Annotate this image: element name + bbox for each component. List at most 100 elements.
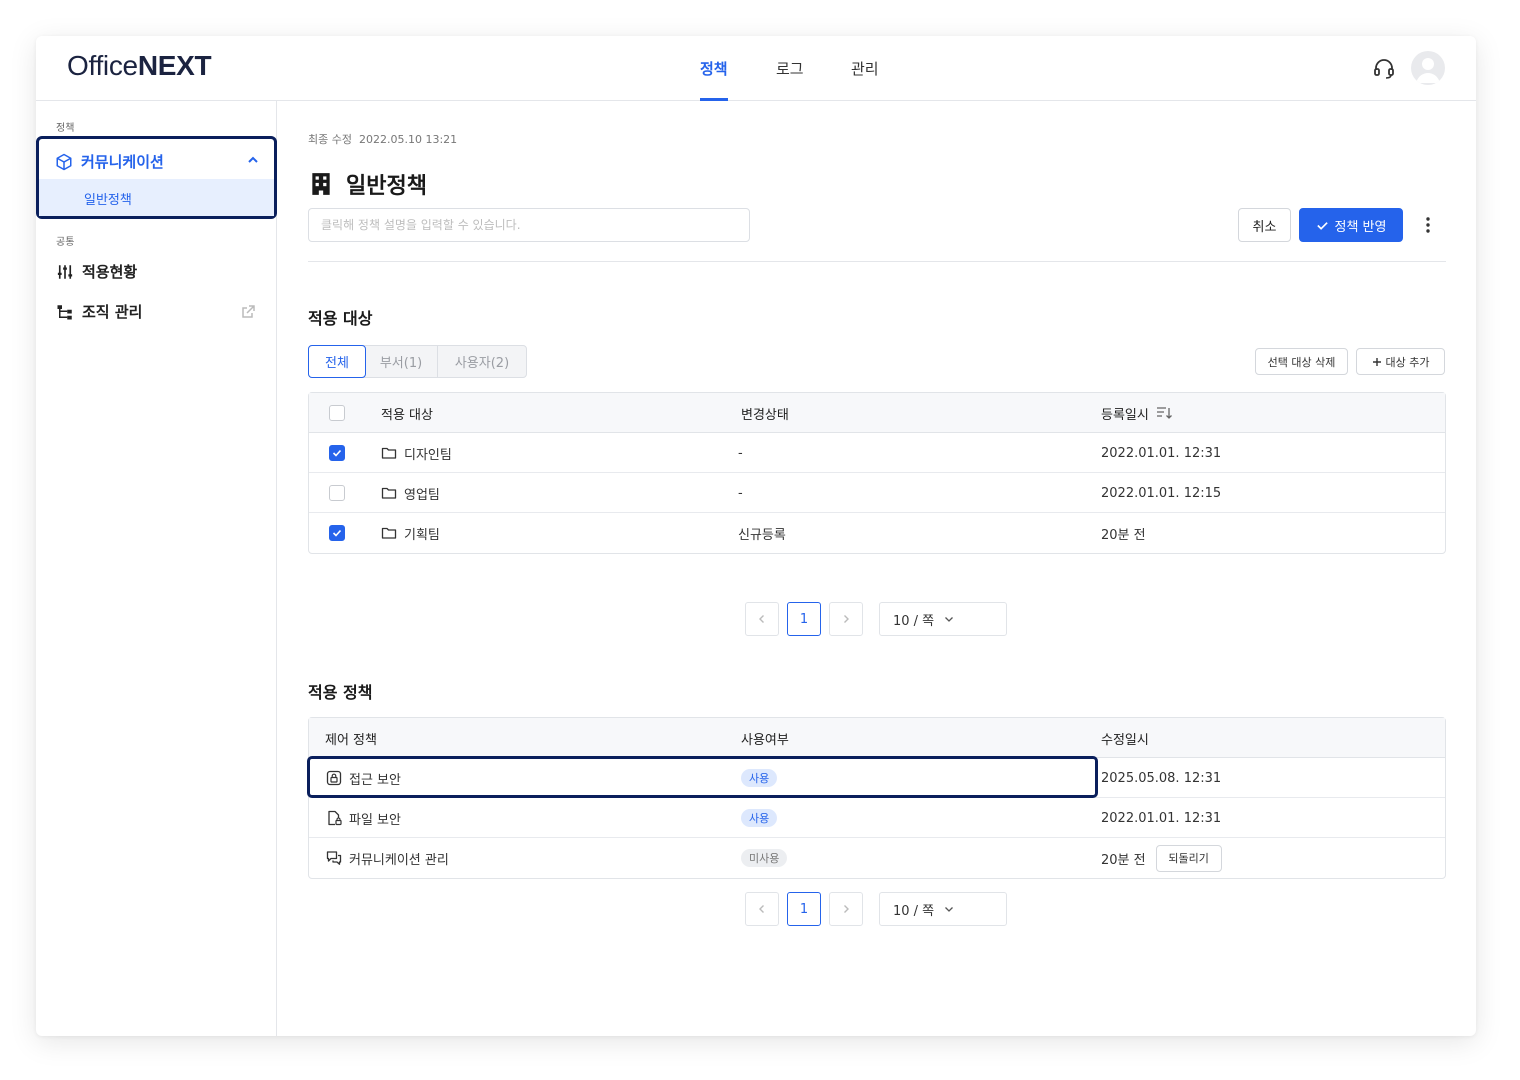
sidebar-group-communication: 커뮤니케이션 일반정책 — [36, 136, 277, 219]
policies-pagination: 1 10 / 쪽 — [745, 892, 1007, 926]
policies-section-title: 적용 정책 — [308, 683, 373, 702]
more-vertical-icon[interactable] — [1418, 215, 1438, 235]
building-icon — [312, 173, 330, 195]
select-all-checkbox[interactable] — [329, 405, 345, 421]
segment-dept[interactable]: 부서(1) — [365, 346, 438, 377]
registered-date: 2022.01.01. 12:15 — [1101, 485, 1222, 501]
chevron-left-icon — [759, 905, 764, 913]
sidebar-item-label: 일반정책 — [84, 193, 132, 208]
cancel-button[interactable]: 취소 — [1238, 208, 1291, 242]
last-modified-value: 2022.05.10 13:21 — [358, 133, 458, 146]
last-modified: 최종 수정 2022.05.10 13:21 — [308, 131, 457, 147]
row-highlight — [307, 756, 1098, 798]
page-title-row: 일반정책 — [308, 168, 427, 200]
page-size-select[interactable]: 10 / 쪽 — [879, 892, 1007, 926]
sidebar-item-org[interactable]: 조직 관리 — [56, 301, 256, 322]
modified-date: 2022.01.01. 12:31 — [1101, 810, 1222, 826]
target-name: 디자인팀 — [404, 447, 452, 463]
add-target-button[interactable]: 대상 추가 — [1356, 348, 1445, 375]
target-filter-segment: 전체 부서(1) 사용자(2) — [308, 345, 527, 378]
delete-selected-button[interactable]: 선택 대상 삭제 — [1255, 348, 1348, 375]
apply-policy-button[interactable]: 정책 반영 — [1299, 208, 1403, 242]
chevron-left-icon — [759, 615, 764, 623]
table-header: 적용 대상 변경상태 등록일시 — [309, 393, 1445, 433]
column-header: 수정일시 — [1101, 732, 1149, 748]
sidebar-group-header[interactable]: 커뮤니케이션 — [55, 151, 164, 172]
user-avatar-icon[interactable] — [1411, 51, 1445, 85]
policy-name: 접근 보안 — [349, 772, 401, 788]
policy-name: 파일 보안 — [349, 812, 401, 828]
target-name: 영업팀 — [404, 487, 440, 503]
targets-table: 적용 대상 변경상태 등록일시 디자인팀 - 2022.01.01. 12:31… — [308, 392, 1446, 554]
table-row[interactable]: 파일 보안 사용 2022.01.01. 12:31 — [309, 798, 1445, 838]
top-header: OfficeNEXT 정책 로그 관리 — [36, 36, 1476, 101]
sidebar: 정책 커뮤니케이션 일반정책 공통 적용현황 조직 관리 — [36, 101, 277, 1036]
sidebar-section-policy: 정책 — [56, 123, 75, 134]
lock-icon — [326, 770, 342, 786]
row-checkbox[interactable] — [329, 525, 345, 541]
sidebar-item-label: 적용현황 — [82, 263, 138, 281]
global-nav: 정책 로그 관리 — [36, 36, 1476, 101]
change-status: 신규등록 — [738, 527, 786, 543]
description-input[interactable] — [308, 208, 750, 242]
folder-icon — [381, 447, 397, 459]
sort-icon[interactable] — [1156, 406, 1172, 420]
next-page-button[interactable] — [829, 892, 863, 926]
check-icon — [1316, 221, 1328, 230]
row-checkbox[interactable] — [329, 485, 345, 501]
registered-date: 2022.01.01. 12:31 — [1101, 445, 1222, 461]
table-row[interactable]: 커뮤니케이션 관리 미사용 20분 전 되돌리기 — [309, 838, 1445, 878]
page-size-select[interactable]: 10 / 쪽 — [879, 602, 1007, 636]
page-button[interactable]: 1 — [787, 602, 821, 636]
page-button[interactable]: 1 — [787, 892, 821, 926]
revert-button[interactable]: 되돌리기 — [1155, 844, 1222, 872]
chevron-down-icon — [945, 907, 954, 912]
table-row[interactable]: 디자인팀 - 2022.01.01. 12:31 — [309, 433, 1445, 473]
page-size-value: 10 / 쪽 — [893, 613, 935, 629]
org-chart-icon — [57, 304, 72, 319]
external-link-icon[interactable] — [240, 304, 256, 320]
sidebar-item-status[interactable]: 적용현황 — [56, 261, 137, 282]
page-title: 일반정책 — [346, 174, 427, 199]
policy-name: 커뮤니케이션 관리 — [349, 852, 449, 868]
table-header: 제어 정책 사용여부 수정일시 — [309, 718, 1445, 758]
file-lock-icon — [328, 810, 342, 826]
segment-all[interactable]: 전체 — [308, 345, 366, 378]
target-name: 기획팀 — [404, 527, 440, 543]
chevron-down-icon — [945, 617, 954, 622]
usage-badge: 미사용 — [741, 849, 788, 867]
modified-date: 2025.05.08. 12:31 — [1101, 770, 1222, 786]
sidebar-group-label: 커뮤니케이션 — [81, 153, 164, 171]
prev-page-button[interactable] — [745, 602, 779, 636]
row-checkbox[interactable] — [329, 445, 345, 461]
targets-section-title: 적용 대상 — [308, 309, 373, 328]
chevron-up-icon[interactable] — [246, 153, 260, 167]
sliders-icon — [57, 264, 73, 279]
table-row[interactable]: 영업팀 - 2022.01.01. 12:15 — [309, 473, 1445, 513]
sidebar-section-common: 공통 — [56, 237, 75, 248]
column-header-date[interactable]: 등록일시 — [1101, 393, 1172, 433]
usage-badge: 사용 — [741, 809, 778, 827]
next-page-button[interactable] — [829, 602, 863, 636]
add-target-label: 대상 추가 — [1385, 355, 1430, 369]
column-header: 적용 대상 — [381, 407, 433, 423]
headset-icon[interactable] — [1372, 56, 1396, 80]
column-header: 사용여부 — [741, 732, 789, 748]
plus-icon — [1372, 357, 1381, 366]
targets-pagination: 1 10 / 쪽 — [745, 602, 1007, 636]
prev-page-button[interactable] — [745, 892, 779, 926]
tab-policy[interactable]: 정책 — [700, 58, 728, 101]
segment-user[interactable]: 사용자(2) — [438, 346, 526, 377]
last-modified-label: 최종 수정 — [308, 133, 352, 146]
tab-manage[interactable]: 관리 — [851, 58, 879, 101]
sidebar-item-label: 조직 관리 — [82, 303, 143, 321]
table-row[interactable]: 접근 보안 사용 2025.05.08. 12:31 — [307, 756, 1445, 798]
apply-policy-label: 정책 반영 — [1334, 219, 1387, 235]
tab-log[interactable]: 로그 — [776, 58, 804, 101]
table-row[interactable]: 기획팀 신규등록 20분 전 — [309, 513, 1445, 553]
registered-date: 20분 전 — [1101, 527, 1146, 543]
usage-badge: 사용 — [741, 769, 778, 787]
app-window: OfficeNEXT 정책 로그 관리 정책 커뮤니케이션 일반정책 공통 적용… — [36, 36, 1476, 1036]
folder-icon — [381, 527, 397, 539]
sidebar-item-general-policy[interactable]: 일반정책 — [39, 179, 274, 216]
